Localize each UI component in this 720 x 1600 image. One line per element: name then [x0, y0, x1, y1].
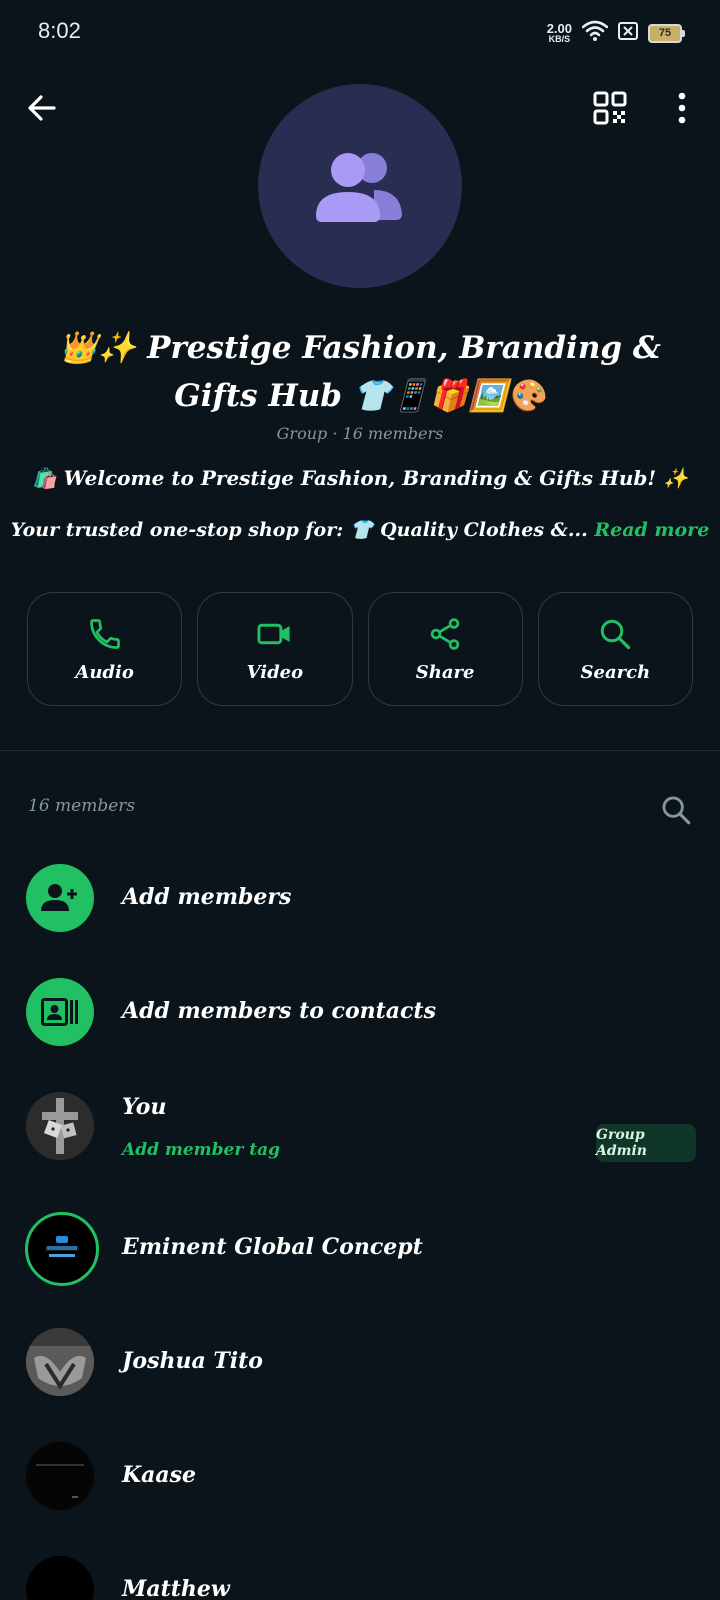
- member-name: Joshua Tito: [122, 1348, 263, 1374]
- member-name: Kaase: [122, 1462, 197, 1488]
- member-avatar-status-ring: [25, 1212, 99, 1286]
- group-title: 👑✨ Prestige Fashion, Branding & Gifts Hu…: [59, 330, 661, 414]
- members-count: 16 members: [28, 796, 136, 816]
- more-vertical-icon: [678, 92, 686, 124]
- search-icon: [601, 619, 631, 649]
- action-buttons: Audio Video Share Search: [27, 592, 693, 708]
- member-avatar: [26, 1442, 94, 1510]
- profile-photo-image: [26, 1442, 94, 1510]
- more-options-button[interactable]: [660, 86, 704, 130]
- group-admin-badge: Group Admin: [596, 1124, 696, 1162]
- add-members-label: Add members: [122, 884, 292, 910]
- contact-card-icon: [41, 998, 78, 1026]
- member-row[interactable]: Eminent Global Concept: [0, 1198, 720, 1298]
- member-name: Matthew: [122, 1576, 230, 1600]
- status-time: 8:02: [38, 18, 81, 43]
- network-speed: 2.00 KB/S: [547, 22, 572, 44]
- qr-code-button[interactable]: [588, 86, 632, 130]
- member-name: Eminent Global Concept: [122, 1234, 423, 1260]
- add-members-row[interactable]: Add members: [0, 848, 720, 948]
- video-call-button[interactable]: Video: [197, 592, 353, 706]
- add-to-contacts-row[interactable]: Add members to contacts: [0, 962, 720, 1062]
- share-icon: [430, 617, 460, 650]
- member-row[interactable]: Kaase: [0, 1426, 720, 1526]
- net-speed-unit: KB/S: [548, 34, 571, 44]
- add-member-avatar: [26, 864, 94, 932]
- video-label: Video: [246, 661, 304, 683]
- search-icon: [662, 796, 691, 825]
- member-avatar: [26, 1556, 94, 1600]
- member-row[interactable]: Joshua Tito: [0, 1312, 720, 1412]
- group-avatar[interactable]: [258, 84, 462, 288]
- arrow-left-icon: [28, 95, 56, 121]
- battery-icon: 75: [648, 23, 685, 43]
- group-info-screen: 8:02 2.00 KB/S 75 👑✨ Prestige Fashion, B…: [0, 0, 720, 1600]
- back-button[interactable]: [20, 86, 64, 130]
- group-description-line-2: Your trusted one-stop shop for: 👕 Qualit…: [0, 518, 720, 541]
- contacts-avatar: [26, 978, 94, 1046]
- add-person-icon: [41, 884, 77, 911]
- member-avatar: [26, 1328, 94, 1396]
- audio-call-button[interactable]: Audio: [27, 592, 183, 706]
- add-member-tag-link[interactable]: Add member tag: [122, 1140, 280, 1160]
- add-to-contacts-label: Add members to contacts: [122, 998, 436, 1024]
- cross-dice-image: [26, 1092, 94, 1160]
- member-row-you[interactable]: You Add member tag Group Admin: [0, 1076, 720, 1186]
- description-text: Your trusted one-stop shop for: 👕 Qualit…: [10, 519, 588, 541]
- battery-level: 75: [658, 27, 672, 39]
- member-name: You: [122, 1094, 167, 1120]
- sim-blocked-icon: [618, 22, 638, 44]
- group-subtitle: Group · 16 members: [276, 424, 444, 443]
- phone-icon: [89, 618, 120, 649]
- video-icon: [257, 623, 290, 644]
- group-description-line-1: 🛍️ Welcome to Prestige Fashion, Branding…: [31, 466, 689, 490]
- group-people-icon: [316, 153, 402, 222]
- section-divider: [0, 750, 720, 751]
- qr-code-icon: [593, 91, 627, 125]
- search-button[interactable]: Search: [537, 592, 693, 706]
- wifi-icon: [581, 20, 609, 46]
- eminent-logo-image: [45, 1236, 79, 1257]
- member-row[interactable]: Matthew: [0, 1540, 720, 1600]
- search-members-button[interactable]: [656, 790, 696, 830]
- profile-photo-image: [26, 1328, 94, 1396]
- search-label: Search: [580, 661, 651, 683]
- share-label: Share: [415, 661, 475, 683]
- share-button[interactable]: Share: [367, 592, 523, 706]
- status-bar: 8:02 2.00 KB/S 75: [0, 0, 720, 64]
- member-avatar: [26, 1092, 94, 1160]
- status-icons: 2.00 KB/S 75: [547, 18, 685, 48]
- read-more-link[interactable]: Read more: [594, 519, 709, 541]
- audio-label: Audio: [75, 661, 134, 683]
